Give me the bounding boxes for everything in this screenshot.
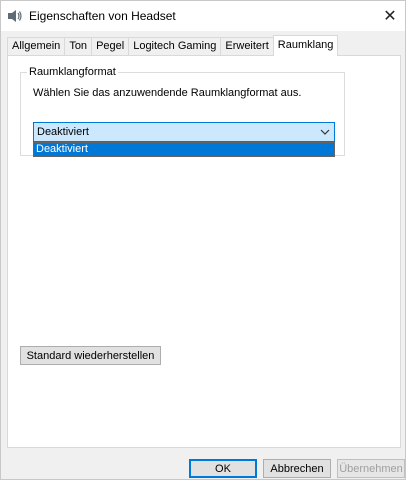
tab-erweitert[interactable]: Erweitert <box>220 37 274 56</box>
spatial-format-select[interactable]: Deaktiviert <box>33 122 335 142</box>
speaker-icon <box>7 8 23 24</box>
tab-logitech-gaming[interactable]: Logitech Gaming <box>128 37 222 56</box>
selected-value: Deaktiviert <box>37 126 89 138</box>
window-title: Eigenschaften von Headset <box>29 9 176 23</box>
title-bar[interactable]: Eigenschaften von Headset ✕ <box>1 1 405 31</box>
tab-strip: Allgemein Ton Pegel Logitech Gaming Erwe… <box>7 35 339 56</box>
group-description: Wählen Sie das anzuwendende Raumklangfor… <box>33 87 302 99</box>
dropdown-list: Deaktiviert <box>33 142 335 157</box>
properties-window: Eigenschaften von Headset ✕ Allgemein To… <box>0 0 406 480</box>
close-button[interactable]: ✕ <box>375 1 405 31</box>
tab-ton[interactable]: Ton <box>64 37 93 56</box>
chevron-down-icon[interactable] <box>318 125 332 139</box>
ok-button[interactable]: OK <box>189 459 257 478</box>
spatial-sound-group: Raumklangformat Wählen Sie das anzuwende… <box>20 66 345 157</box>
group-title: Raumklangformat <box>27 66 118 78</box>
close-icon: ✕ <box>383 8 397 25</box>
tab-panel-raumklang: Raumklangformat Wählen Sie das anzuwende… <box>7 55 401 448</box>
tab-raumklang[interactable]: Raumklang <box>272 35 339 56</box>
restore-defaults-button[interactable]: Standard wiederherstellen <box>20 346 161 365</box>
tab-allgemein[interactable]: Allgemein <box>7 37 66 56</box>
dropdown-option-deaktiviert[interactable]: Deaktiviert <box>34 143 334 156</box>
tab-pegel[interactable]: Pegel <box>91 37 130 56</box>
apply-button[interactable]: Übernehmen <box>337 459 405 478</box>
cancel-button[interactable]: Abbrechen <box>263 459 331 478</box>
